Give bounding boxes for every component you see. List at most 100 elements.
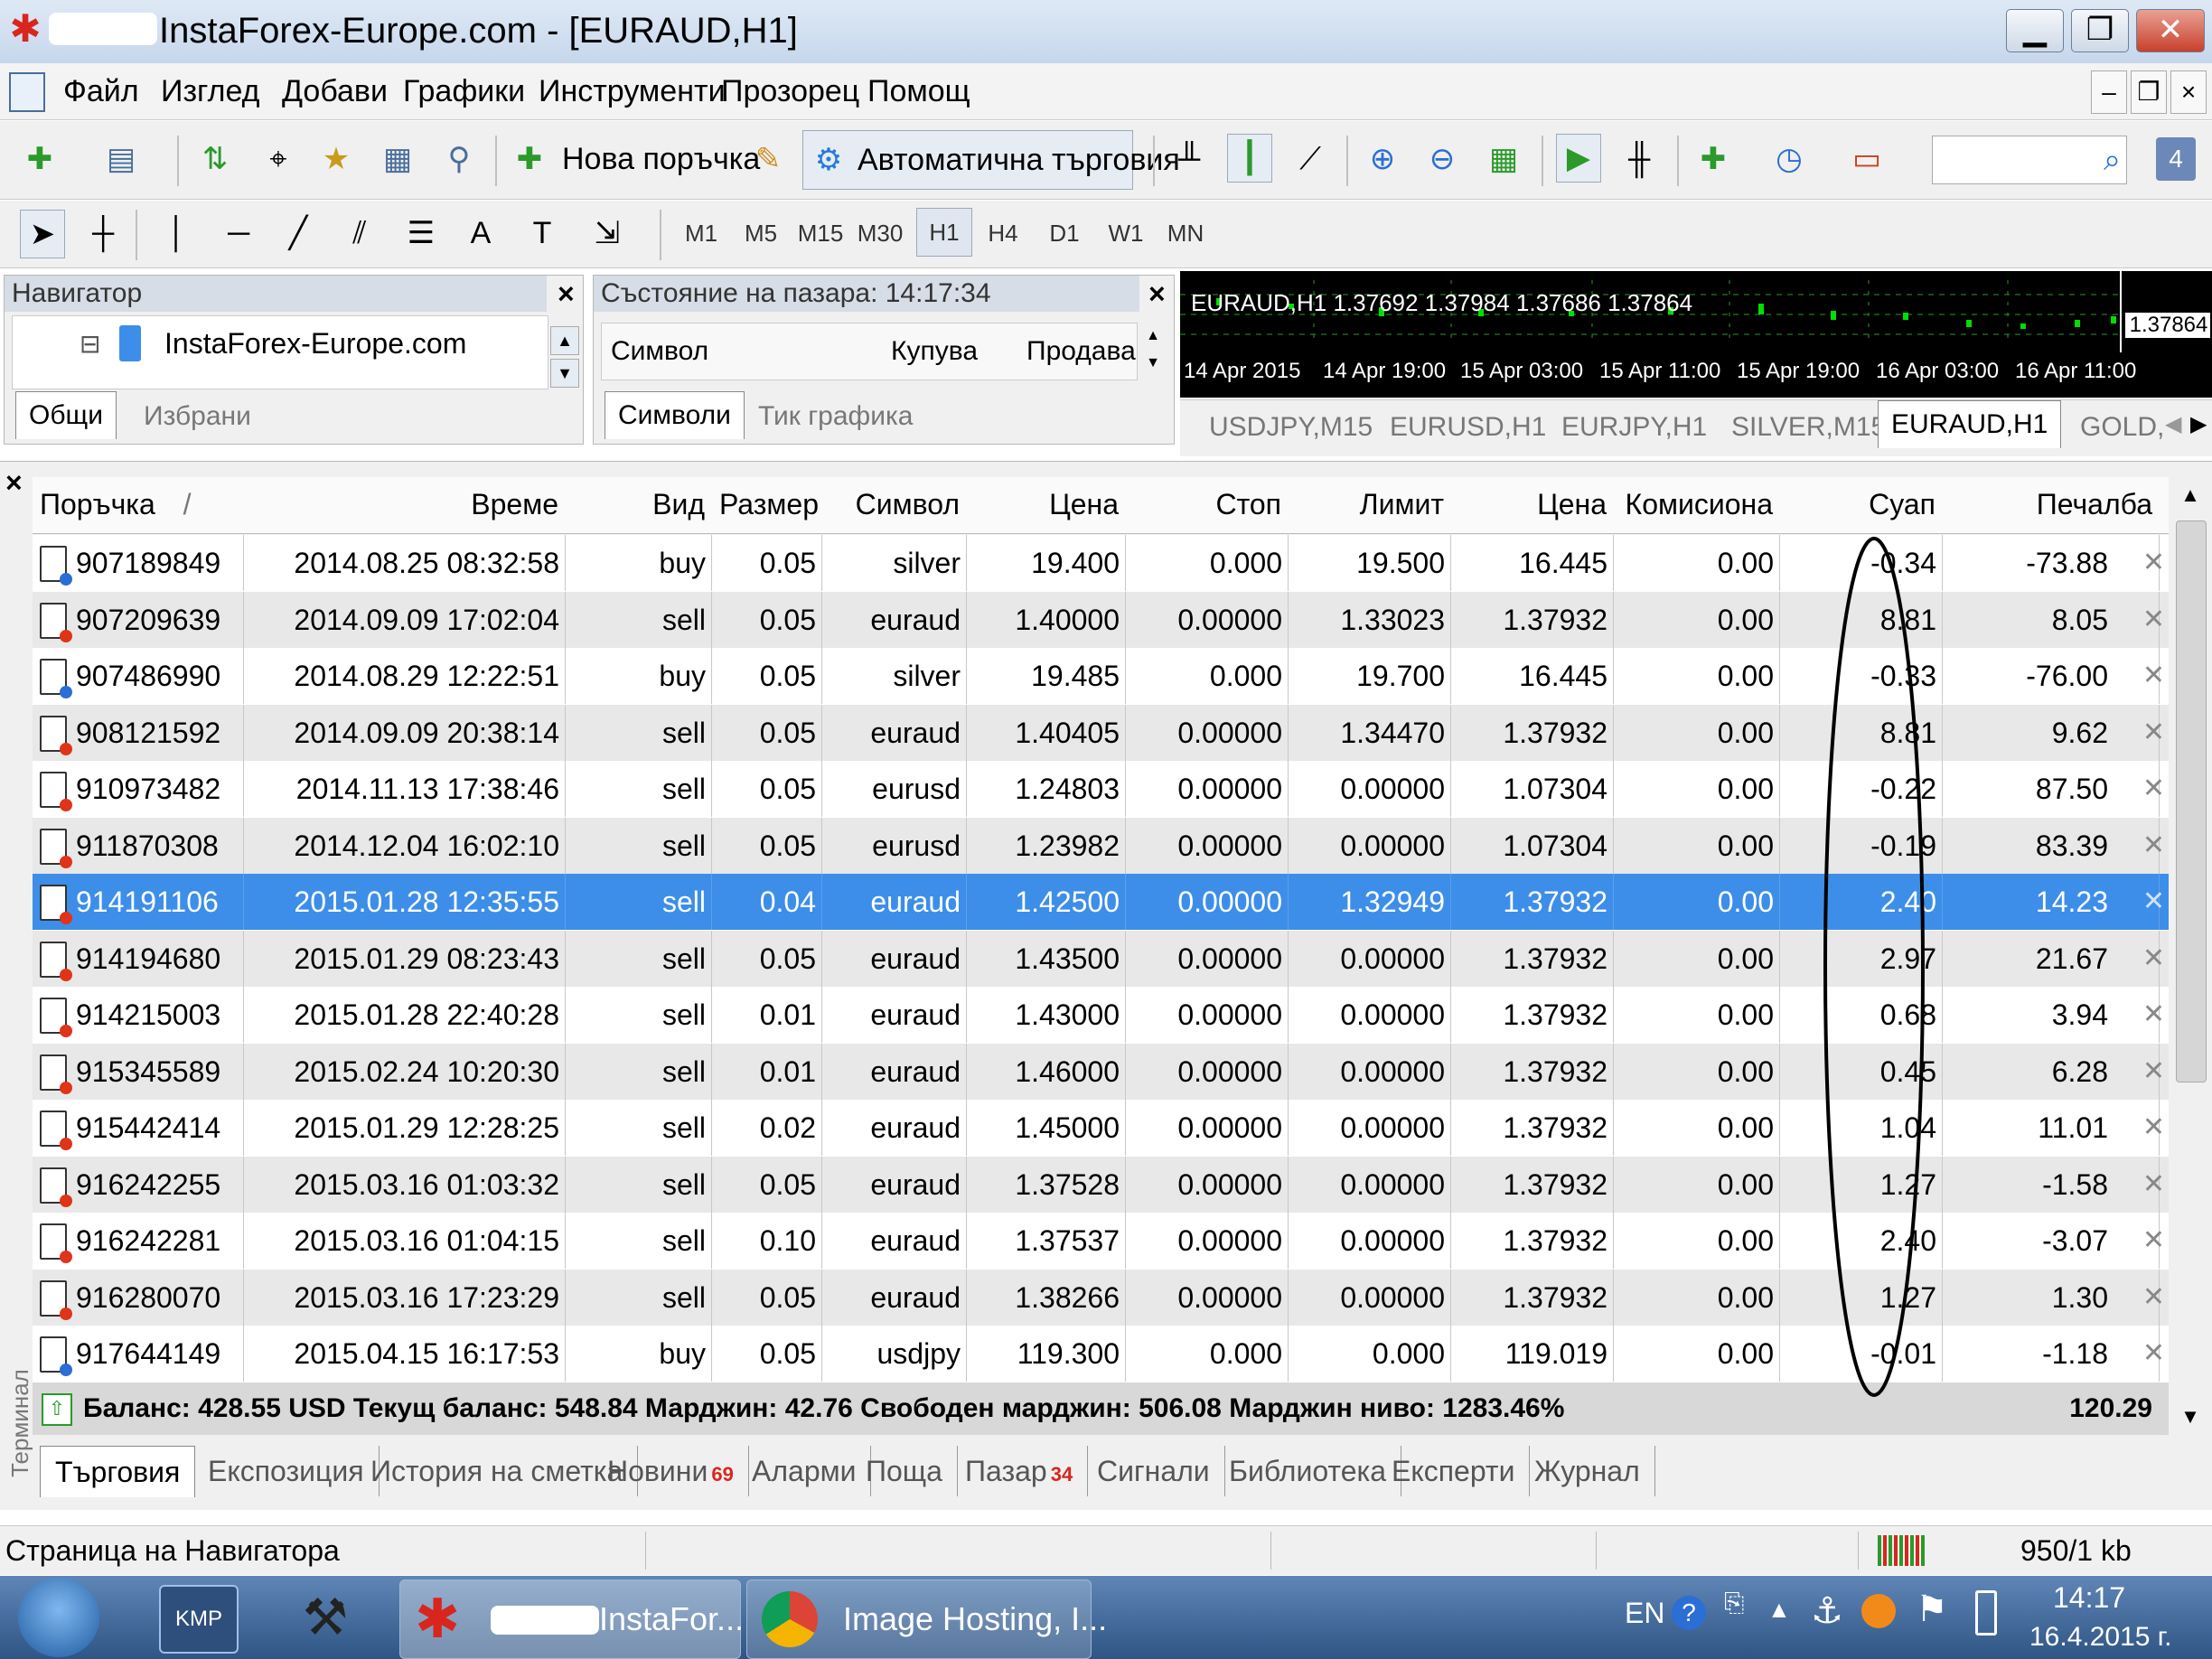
timeframe-m30[interactable]: M30 bbox=[853, 210, 907, 257]
menu-insert[interactable]: Добави bbox=[282, 70, 388, 112]
column-symbol[interactable]: Символ bbox=[611, 323, 708, 380]
battery-tray-icon[interactable] bbox=[1975, 1590, 1997, 1636]
minimize-button[interactable]: ▁ bbox=[2006, 9, 2064, 52]
column-limit[interactable]: Лимит bbox=[1289, 477, 1451, 531]
chart-tab-usdjpy[interactable]: USDJPY,M15 bbox=[1196, 404, 1385, 451]
chart-tab-eurusd[interactable]: EURUSD,H1 bbox=[1377, 404, 1559, 451]
timeframe-w1[interactable]: W1 bbox=[1099, 210, 1153, 257]
chart-tab-silver[interactable]: SILVER,M15 bbox=[1719, 404, 1898, 451]
taskbar-app-chrome[interactable]: Image Hosting, I... bbox=[746, 1579, 1107, 1659]
column-order[interactable]: Поръчка / bbox=[33, 477, 244, 531]
close-order-icon[interactable]: ✕ bbox=[2142, 761, 2165, 817]
timeframe-h4[interactable]: H4 bbox=[976, 210, 1030, 257]
column-size[interactable]: Размер bbox=[712, 477, 822, 531]
trendline-icon[interactable]: ╱ bbox=[276, 210, 320, 257]
navigator-scroll-up[interactable]: ▲ bbox=[550, 326, 579, 355]
zoom-out-icon[interactable]: ⊖ bbox=[1420, 136, 1464, 183]
chart-shift-icon[interactable]: ╫ bbox=[1617, 136, 1661, 183]
clock-date[interactable]: 16.4.2015 г. bbox=[2029, 1617, 2212, 1657]
market-watch-icon[interactable]: ⇅ bbox=[193, 136, 237, 183]
tree-item-broker[interactable]: InstaForex-Europe.com bbox=[164, 323, 466, 363]
close-order-icon[interactable]: ✕ bbox=[2142, 931, 2165, 987]
search-icon[interactable]: ⌕ bbox=[2104, 136, 2121, 183]
new-chart-icon[interactable]: ✚ bbox=[18, 136, 61, 183]
terminal-tab[interactable]: Библиотека bbox=[1214, 1446, 1401, 1496]
text-icon[interactable]: A bbox=[459, 210, 502, 257]
text-label-icon[interactable]: T bbox=[520, 210, 564, 257]
line-chart-icon[interactable]: ⟋ bbox=[1289, 136, 1332, 183]
terminal-tab[interactable]: Поща bbox=[851, 1446, 958, 1496]
terminal-tab[interactable]: Търговия bbox=[40, 1446, 196, 1497]
column-current-price[interactable]: Цена bbox=[1451, 477, 1614, 531]
cursor-icon[interactable]: ➤ bbox=[20, 210, 65, 258]
terminal-tab[interactable]: Новини 69 bbox=[593, 1446, 749, 1496]
column-type[interactable]: Вид bbox=[566, 477, 712, 531]
chart-window[interactable]: EURAUD,H1 1.37692 1.37984 1.37686 1.3786… bbox=[1180, 271, 2212, 398]
chart-tab-eurjpy[interactable]: EURJPY,H1 bbox=[1549, 404, 1720, 451]
timeframe-d1[interactable]: D1 bbox=[1037, 210, 1092, 257]
start-button[interactable] bbox=[18, 1578, 99, 1657]
column-price[interactable]: Цена bbox=[967, 477, 1126, 531]
close-order-icon[interactable]: ✕ bbox=[2142, 592, 2165, 648]
doc-restore-button[interactable]: ❐ bbox=[2131, 70, 2167, 114]
chart-tabs-scroll-right-icon[interactable]: ▶ bbox=[2190, 411, 2207, 437]
scroll-up-icon[interactable]: ▲ bbox=[2172, 477, 2208, 513]
periods-clock-icon[interactable]: ◷ bbox=[1767, 136, 1811, 183]
timeframe-mn[interactable]: MN bbox=[1158, 210, 1213, 257]
terminal-tab[interactable]: Експозиция bbox=[193, 1446, 380, 1496]
fibonacci-icon[interactable]: ☰ bbox=[399, 210, 443, 257]
tile-windows-icon[interactable]: ▦ bbox=[1482, 136, 1525, 183]
column-bid[interactable]: Купува bbox=[891, 323, 978, 380]
indicators-icon[interactable]: ✚ bbox=[1692, 136, 1735, 183]
vertical-line-icon[interactable]: │ bbox=[155, 210, 199, 257]
terminal-tab[interactable]: Журнал bbox=[1520, 1446, 1655, 1496]
strategy-tester-icon[interactable]: ⚲ bbox=[437, 136, 481, 183]
close-button[interactable]: ✕ bbox=[2136, 9, 2205, 52]
close-order-icon[interactable]: ✕ bbox=[2142, 1157, 2165, 1213]
close-order-icon[interactable]: ✕ bbox=[2142, 818, 2165, 874]
notification-badge[interactable]: 4 bbox=[2156, 137, 2196, 181]
timeframe-m1[interactable]: M1 bbox=[674, 210, 728, 257]
column-swap[interactable]: Суап bbox=[1780, 477, 1943, 531]
market-watch-tab-symbols[interactable]: Символи bbox=[605, 391, 745, 439]
close-order-icon[interactable]: ✕ bbox=[2142, 874, 2165, 930]
candlestick-icon[interactable]: ┃ bbox=[1227, 134, 1272, 183]
timeframe-m5[interactable]: M5 bbox=[734, 210, 788, 257]
connection-status-icon[interactable] bbox=[1878, 1535, 1925, 1566]
market-watch-tab-tick-chart[interactable]: Тик графика bbox=[745, 393, 925, 440]
menu-charts[interactable]: Графики bbox=[403, 70, 525, 112]
search-input[interactable]: ⌕ bbox=[1932, 136, 2127, 184]
column-symbol[interactable]: Символ bbox=[822, 477, 967, 531]
taskbar-app-instaforex[interactable]: ✱ InstaFor... bbox=[399, 1579, 744, 1659]
safely-remove-tray-icon[interactable]: ⚓ bbox=[1811, 1590, 1843, 1632]
close-order-icon[interactable]: ✕ bbox=[2142, 1326, 2165, 1382]
terminal-tab[interactable]: Експерти bbox=[1377, 1446, 1531, 1496]
column-ask[interactable]: Продава bbox=[1026, 323, 1136, 380]
help-tray-icon[interactable]: ? bbox=[1672, 1596, 1706, 1630]
column-commission[interactable]: Комисиона bbox=[1614, 477, 1780, 531]
chart-tab-gold[interactable]: GOLD, bbox=[2067, 404, 2177, 451]
menu-help[interactable]: Помощ bbox=[867, 70, 970, 112]
maximize-button[interactable]: ❐ bbox=[2071, 9, 2129, 52]
horizontal-line-icon[interactable]: ─ bbox=[217, 210, 260, 257]
auto-scroll-icon[interactable]: ▶ bbox=[1556, 134, 1601, 183]
auto-trading-button[interactable]: ⚙ Автоматична търговия bbox=[802, 130, 1180, 190]
terminal-close-button[interactable]: × bbox=[5, 464, 23, 501]
close-order-icon[interactable]: ✕ bbox=[2142, 648, 2165, 704]
column-profit[interactable]: Печалба bbox=[1943, 477, 2160, 531]
close-order-icon[interactable]: ✕ bbox=[2142, 1270, 2165, 1326]
navigator-scroll-down[interactable]: ▼ bbox=[550, 359, 579, 388]
avast-tray-icon[interactable] bbox=[1861, 1594, 1896, 1628]
market-watch-close-button[interactable]: × bbox=[1148, 276, 1166, 312]
timeframe-m15[interactable]: M15 bbox=[793, 210, 848, 257]
close-order-icon[interactable]: ✕ bbox=[2142, 705, 2165, 761]
navigator-tab-favorites[interactable]: Избрани bbox=[131, 393, 264, 440]
network-tray-icon[interactable]: ⎘ bbox=[1724, 1589, 1744, 1618]
flag-tray-icon[interactable]: ⚑ bbox=[1916, 1589, 1948, 1630]
doc-close-button[interactable]: × bbox=[2170, 70, 2207, 114]
terminal-tab[interactable]: Пазар 34 bbox=[951, 1446, 1089, 1496]
chart-tabs-scroll-left-icon[interactable]: ◀ bbox=[2165, 411, 2181, 437]
kmp-taskbar-icon[interactable]: KMP bbox=[159, 1585, 239, 1654]
timeframe-h1[interactable]: H1 bbox=[916, 208, 972, 257]
navigator-icon[interactable]: ★ bbox=[314, 136, 358, 183]
